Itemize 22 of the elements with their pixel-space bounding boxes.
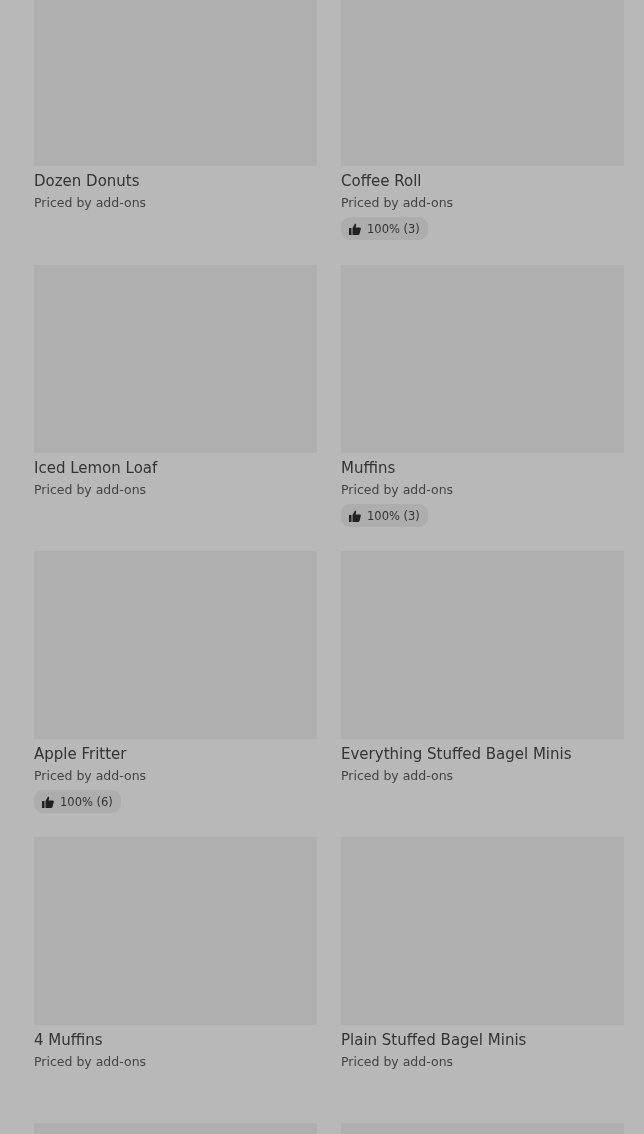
item-name: Everything Stuffed Bagel Minis: [341, 744, 573, 764]
item-price: Priced by add-ons: [34, 767, 148, 785]
rating-badge: 100% (6): [34, 790, 121, 813]
item-price: Priced by add-ons: [34, 194, 148, 212]
item-name: Dozen Donuts: [34, 171, 141, 191]
item-price: Priced by add-ons: [34, 1053, 148, 1071]
item-price: Priced by add-ons: [341, 194, 455, 212]
thumbs-up-icon: [349, 509, 361, 522]
item-name: Coffee Roll: [341, 171, 423, 191]
rating-badge: 100% (3): [341, 217, 428, 240]
thumbs-up-icon: [349, 222, 361, 235]
item-name: Apple Fritter: [34, 744, 128, 764]
item-price: Priced by add-ons: [341, 481, 455, 499]
item-name: 4 Muffins: [34, 1030, 104, 1050]
item-price: Priced by add-ons: [341, 1053, 455, 1071]
item-name: Plain Stuffed Bagel Minis: [341, 1030, 528, 1050]
item-price: Priced by add-ons: [34, 481, 148, 499]
item-price: Priced by add-ons: [341, 767, 455, 785]
item-name: Iced Lemon Loaf: [34, 458, 159, 478]
item-name: Muffins: [341, 458, 397, 478]
thumbs-up-icon: [42, 795, 54, 808]
rating-badge: 100% (3): [341, 504, 428, 527]
